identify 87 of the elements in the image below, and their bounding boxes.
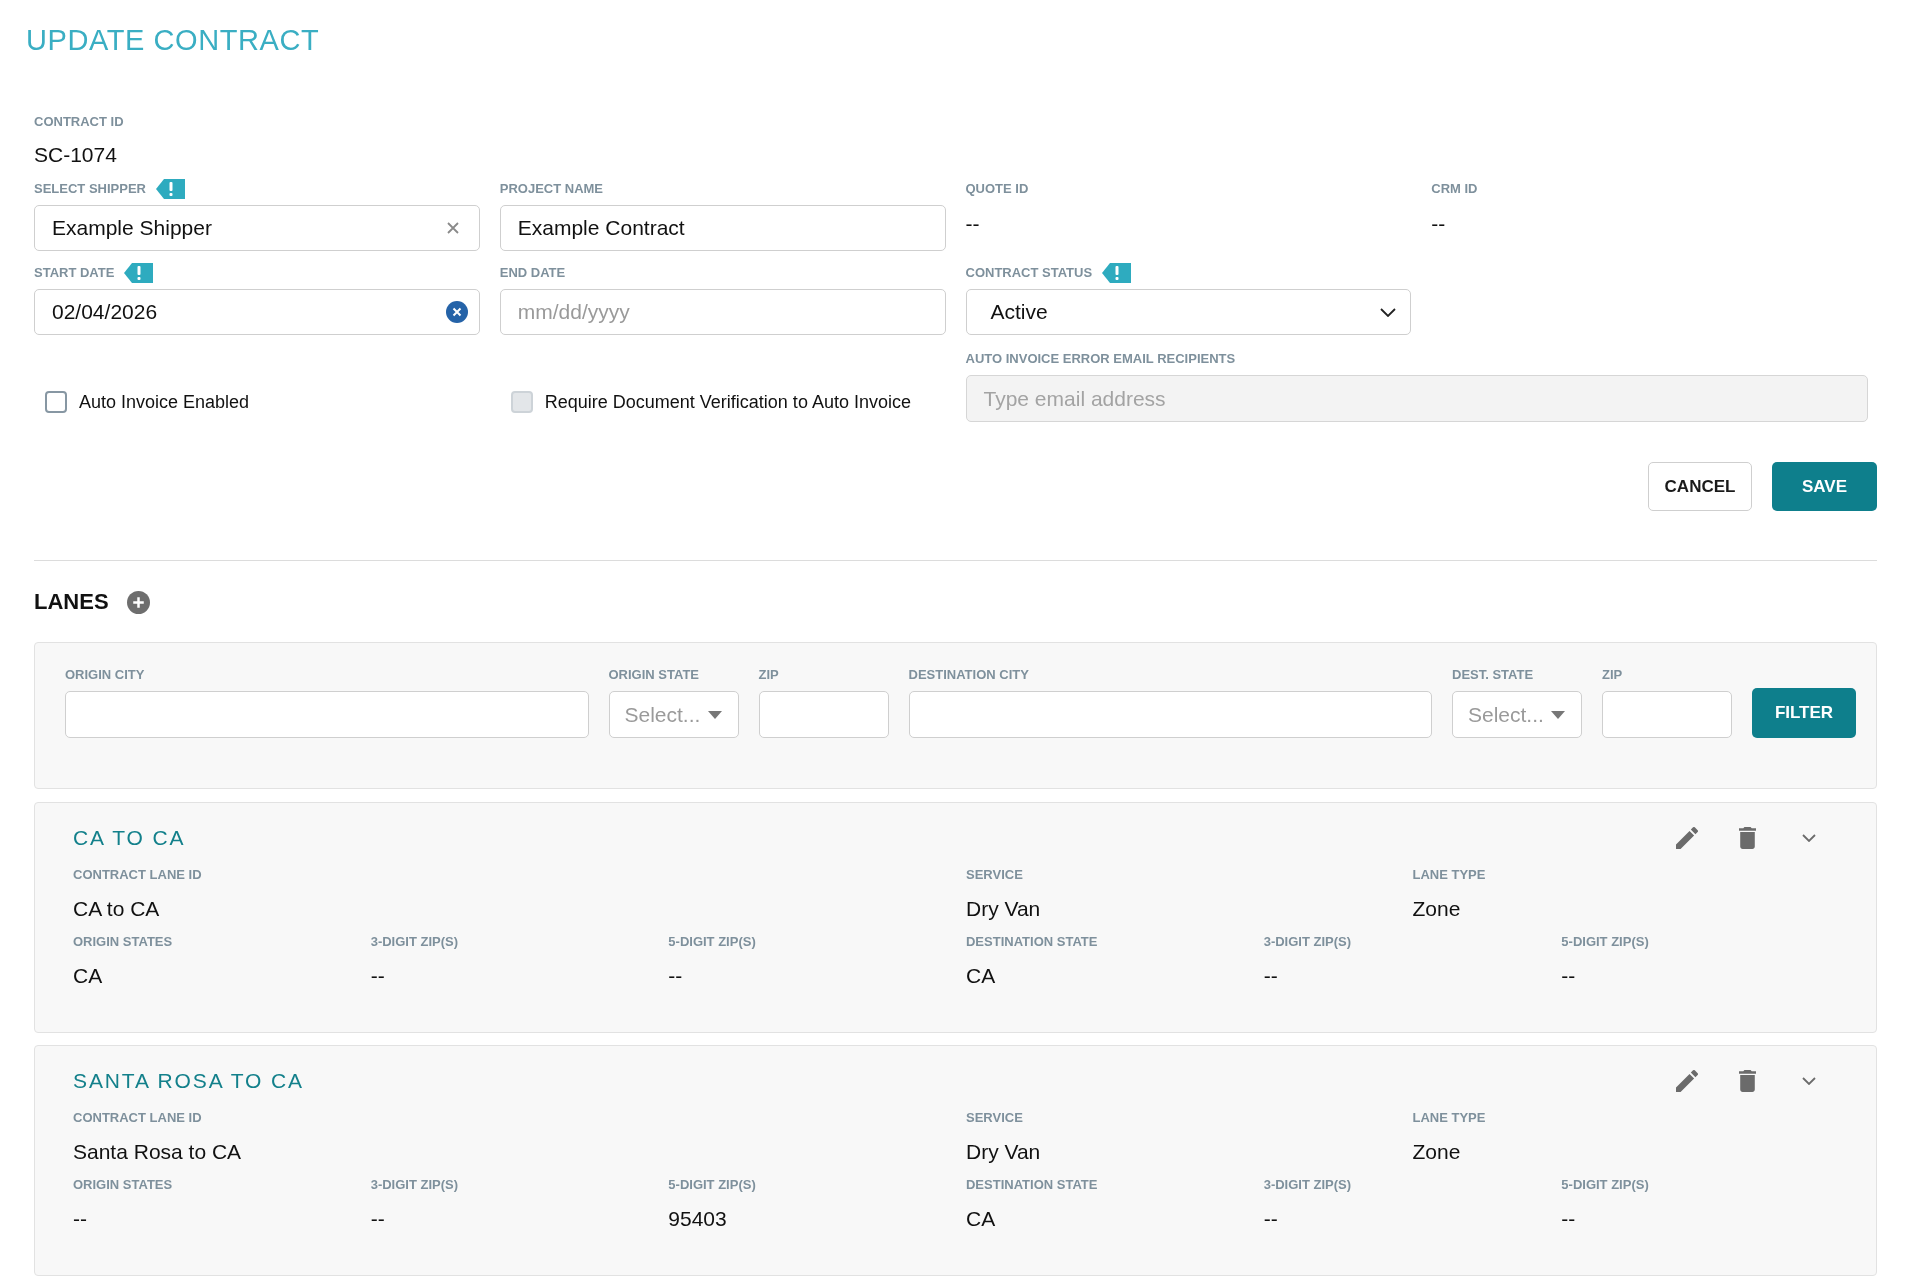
field-value: Dry Van xyxy=(966,896,1041,922)
field-label: 3-DIGIT ZIP(S) xyxy=(370,934,459,950)
field-value: CA to CA xyxy=(73,896,160,922)
field-value: Zone xyxy=(1412,1139,1461,1165)
field-label: ZIP xyxy=(1602,667,1624,683)
field-label: 5-DIGIT ZIP(S) xyxy=(1561,1177,1649,1193)
field-label: START DATE xyxy=(34,265,115,281)
field-label: 5-DIGIT ZIP(S) xyxy=(668,934,756,950)
field-value: Zone xyxy=(1412,896,1461,922)
dropdown-field[interactable]: Select... xyxy=(608,691,739,738)
field-label: DESTINATION CITY xyxy=(908,667,1030,683)
lane-title: CA TO CA xyxy=(73,825,186,851)
dropdown-field[interactable]: Select... xyxy=(1452,691,1582,738)
field-label: 5-DIGIT ZIP(S) xyxy=(1561,934,1649,950)
dropdown-field[interactable]: Active xyxy=(965,289,1412,335)
section-title: LANES xyxy=(34,588,109,616)
field-label: ORIGIN STATE xyxy=(608,667,701,683)
field-label: CRM ID xyxy=(1431,181,1478,197)
field-label: CONTRACT ID xyxy=(34,114,124,130)
caret-down-icon xyxy=(707,710,722,719)
field-label: DEST. STATE xyxy=(1452,667,1535,683)
field-value: -- xyxy=(1561,963,1576,989)
field-label: 3-DIGIT ZIP(S) xyxy=(1263,934,1352,950)
field-label: ORIGIN CITY xyxy=(65,667,146,683)
field-value: -- xyxy=(1561,1206,1576,1232)
text-field[interactable] xyxy=(1602,691,1732,738)
checkbox[interactable] xyxy=(45,391,67,413)
field-label: SELECT SHIPPER xyxy=(34,181,146,197)
field-label: SERVICE xyxy=(966,1110,1023,1126)
filter-button[interactable]: FILTER xyxy=(1752,688,1856,738)
trash-icon[interactable] xyxy=(1739,1070,1756,1092)
checkbox-label: Require Document Verification to Auto Invoice xyxy=(544,391,911,413)
field-label: CONTRACT LANE ID xyxy=(73,1110,202,1126)
field-label: CONTRACT STATUS xyxy=(965,265,1093,281)
checkbox-label: Auto Invoice Enabled xyxy=(79,391,250,413)
clear-icon[interactable] xyxy=(445,301,468,323)
field-value: -- xyxy=(668,963,683,989)
date-field[interactable]: mm/dd/yyyy xyxy=(499,289,946,335)
save-button[interactable]: SAVE xyxy=(1772,462,1877,511)
field-value: CA xyxy=(73,963,103,989)
field-value: -- xyxy=(370,1206,385,1232)
chevron-down-icon xyxy=(1380,307,1397,317)
trash-icon[interactable] xyxy=(1739,827,1756,849)
field-label: SERVICE xyxy=(966,867,1023,883)
field-value: Dry Van xyxy=(966,1139,1041,1165)
pencil-icon[interactable] xyxy=(1676,827,1698,849)
field-label: PROJECT NAME xyxy=(499,181,604,197)
field-value: -- xyxy=(1263,963,1278,989)
field-value: Santa Rosa to CA xyxy=(73,1139,242,1165)
cancel-button[interactable]: CANCEL xyxy=(1648,462,1752,511)
field-value: CA xyxy=(966,1206,996,1232)
field-value: -- xyxy=(1431,211,1446,237)
pencil-icon[interactable] xyxy=(1676,1070,1698,1092)
field-value: -- xyxy=(73,1206,87,1232)
chevron-down-icon[interactable] xyxy=(1802,834,1816,842)
field-label: END DATE xyxy=(499,265,566,281)
text-field[interactable]: Example Contract xyxy=(499,205,946,251)
text-field[interactable] xyxy=(908,691,1432,738)
clear-icon[interactable] xyxy=(446,222,459,234)
field-label: 5-DIGIT ZIP(S) xyxy=(668,1177,756,1193)
field-value: CA xyxy=(966,963,996,989)
field-label: QUOTE ID xyxy=(965,181,1029,197)
field-label: CONTRACT LANE ID xyxy=(73,867,202,883)
field-label: ZIP xyxy=(758,667,780,683)
field-value: -- xyxy=(370,963,385,989)
page-title: UPDATE CONTRACT xyxy=(26,24,320,56)
field-label: AUTO INVOICE ERROR EMAIL RECIPIENTS xyxy=(965,351,1236,367)
field-label: ORIGIN STATES xyxy=(73,1177,173,1193)
field-label: LANE TYPE xyxy=(1412,867,1486,883)
text-field[interactable] xyxy=(65,691,589,738)
lane-title: SANTA ROSA TO CA xyxy=(73,1068,304,1094)
caret-down-icon xyxy=(1551,710,1565,719)
field-label: 3-DIGIT ZIP(S) xyxy=(1263,1177,1352,1193)
field-value: -- xyxy=(1263,1206,1278,1232)
field-label: DESTINATION STATE xyxy=(966,934,1098,950)
date-field[interactable]: 02/04/2026 xyxy=(34,289,480,335)
chevron-down-icon[interactable] xyxy=(1802,1077,1816,1085)
combobox-field[interactable]: Example Shipper xyxy=(34,205,480,251)
field-value: 95403 xyxy=(668,1206,727,1232)
field-label: 3-DIGIT ZIP(S) xyxy=(370,1177,459,1193)
field-value: -- xyxy=(965,211,980,237)
field-label: LANE TYPE xyxy=(1412,1110,1486,1126)
text-field[interactable] xyxy=(758,691,889,738)
field-label: ORIGIN STATES xyxy=(73,934,173,950)
field-label: DESTINATION STATE xyxy=(966,1177,1098,1193)
plus-circle-icon[interactable] xyxy=(126,590,150,614)
field-value: SC-1074 xyxy=(34,142,117,168)
